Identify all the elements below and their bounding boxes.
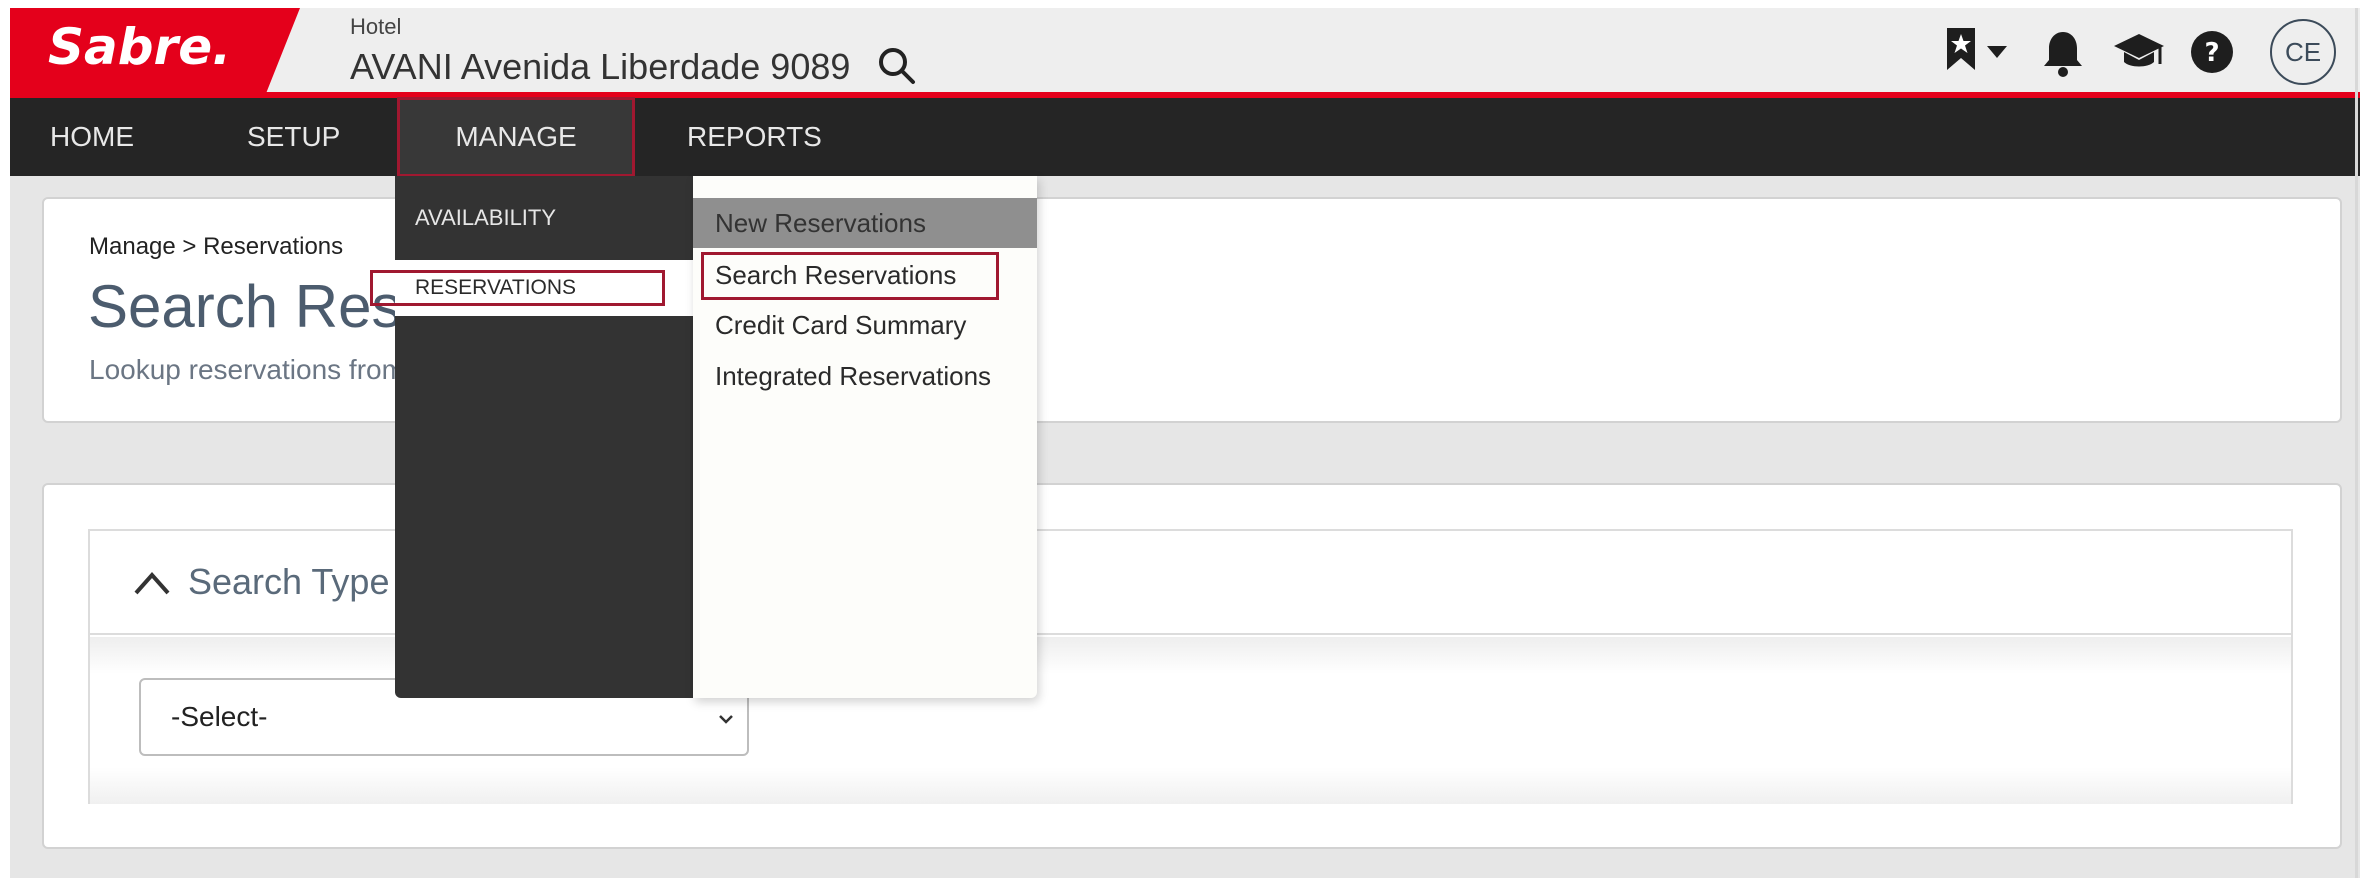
- nav-home[interactable]: HOME: [50, 98, 134, 176]
- window-edge: [2355, 8, 2358, 878]
- logo-text: Sabre.: [48, 18, 231, 76]
- search-type-select-value: -Select-: [171, 701, 268, 732]
- caret-down-icon[interactable]: [1985, 44, 2009, 60]
- nav-reports[interactable]: REPORTS: [687, 98, 822, 176]
- help-icon[interactable]: ?: [2190, 30, 2234, 74]
- menu-category-reservations-label: RESERVATIONS: [415, 276, 577, 299]
- main-nav: HOME SETUP MANAGE REPORTS: [10, 97, 2360, 177]
- menu-item-credit-card-summary[interactable]: Credit Card Summary: [693, 300, 1037, 350]
- menu-item-new-reservations[interactable]: New Reservations: [693, 198, 1037, 248]
- manage-menu-items: New Reservations Search Reservations Cre…: [693, 176, 1037, 698]
- graduation-cap-icon[interactable]: [2112, 32, 2166, 72]
- property-name[interactable]: AVANI Avenida Liberdade 9089: [350, 46, 850, 88]
- bell-icon[interactable]: [2040, 28, 2086, 78]
- menu-category-reservations[interactable]: RESERVATIONS: [370, 260, 693, 316]
- nav-manage[interactable]: MANAGE: [397, 97, 635, 177]
- user-avatar[interactable]: CE: [2270, 19, 2336, 85]
- menu-item-search-reservations[interactable]: Search Reservations: [693, 250, 1037, 300]
- search-icon[interactable]: [875, 44, 919, 88]
- top-header: Sabre. Hotel AVANI Avenida Liberdade 908…: [10, 8, 2360, 98]
- svg-text:?: ?: [2204, 38, 2219, 68]
- search-type-title: Search Type: [188, 561, 390, 602]
- chevron-up-icon[interactable]: [132, 567, 172, 597]
- nav-setup[interactable]: SETUP: [247, 98, 340, 176]
- manage-menu-categories: AVAILABILITY RESERVATIONS: [370, 176, 693, 698]
- menu-item-search-reservations-label: Search Reservations: [715, 259, 957, 290]
- breadcrumb: Manage > Reservations: [89, 233, 344, 260]
- app-window: Sabre. Hotel AVANI Avenida Liberdade 908…: [10, 8, 2360, 878]
- menu-category-availability[interactable]: AVAILABILITY: [395, 176, 693, 260]
- bookmark-icon[interactable]: [1945, 26, 1977, 72]
- menu-item-integrated-reservations[interactable]: Integrated Reservations: [693, 350, 1037, 402]
- sabre-logo[interactable]: Sabre.: [10, 8, 310, 96]
- chevron-down-icon: [719, 715, 733, 724]
- hotel-context-label: Hotel: [350, 14, 402, 39]
